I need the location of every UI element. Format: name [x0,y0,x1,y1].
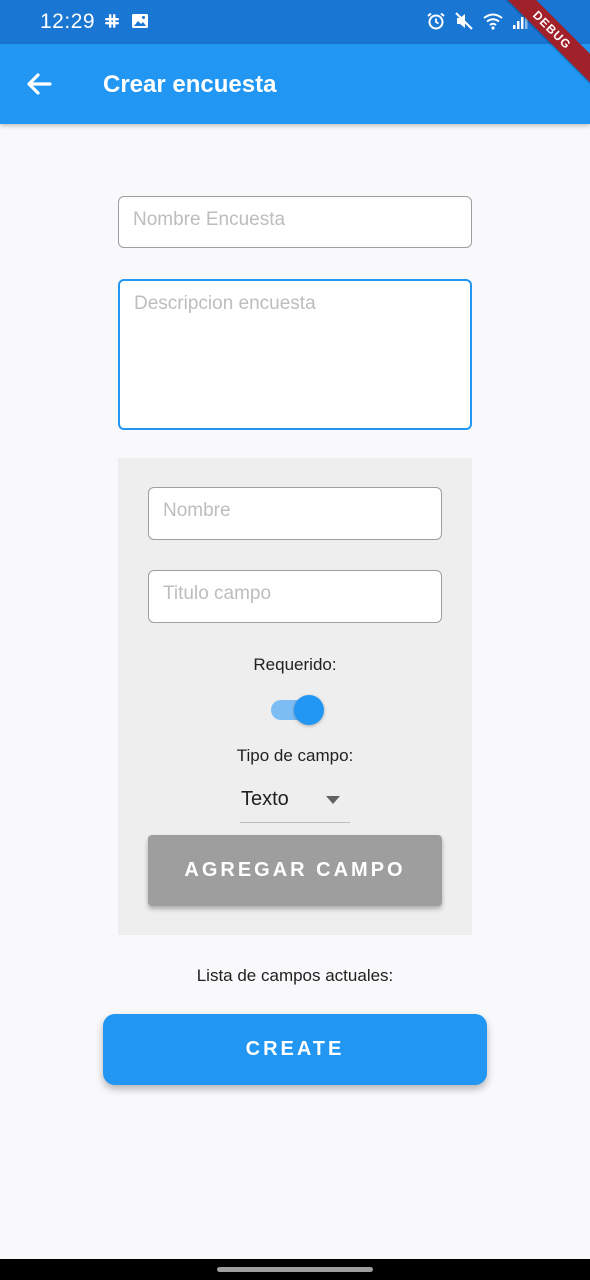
field-title-input[interactable]: Titulo campo [148,570,442,623]
status-left-icons [102,11,150,31]
field-type-value: Texto [241,788,289,810]
arrow-back-icon [27,73,52,95]
survey-name-placeholder: Nombre Encuesta [133,209,286,230]
add-field-button[interactable]: AGREGAR CAMPO [148,835,442,906]
field-type-label: Tipo de campo: [236,746,354,765]
field-name-placeholder: Nombre [163,500,231,521]
field-name-input[interactable]: Nombre [148,487,442,540]
page-title: Crear encuesta [103,71,277,98]
toggle-thumb[interactable] [294,695,324,725]
alarm-icon [427,12,445,30]
survey-description-input[interactable]: Descripcion encuesta [118,279,472,430]
field-title-placeholder: Titulo campo [163,583,272,604]
app-bar: Crear encuesta [0,44,590,124]
survey-description-placeholder: Descripcion encuesta [134,293,316,314]
dropdown-caret-icon [326,796,340,804]
create-button[interactable]: CREATE [103,1014,487,1085]
mute-icon [455,12,473,30]
slack-icon [105,14,119,28]
status-bar: 12:29 [0,0,590,44]
required-label: Requerido: [253,655,337,674]
back-button[interactable] [20,64,60,104]
status-time: 12:29 [40,10,96,33]
navigation-bar [0,1259,590,1280]
field-type-dropdown[interactable]: Texto [240,782,350,823]
wifi-icon [483,13,503,30]
home-handle[interactable] [217,1267,373,1272]
survey-name-input[interactable]: Nombre Encuesta [118,196,472,248]
fields-list-label: Lista de campos actuales: [196,966,394,985]
image-icon [132,14,148,28]
